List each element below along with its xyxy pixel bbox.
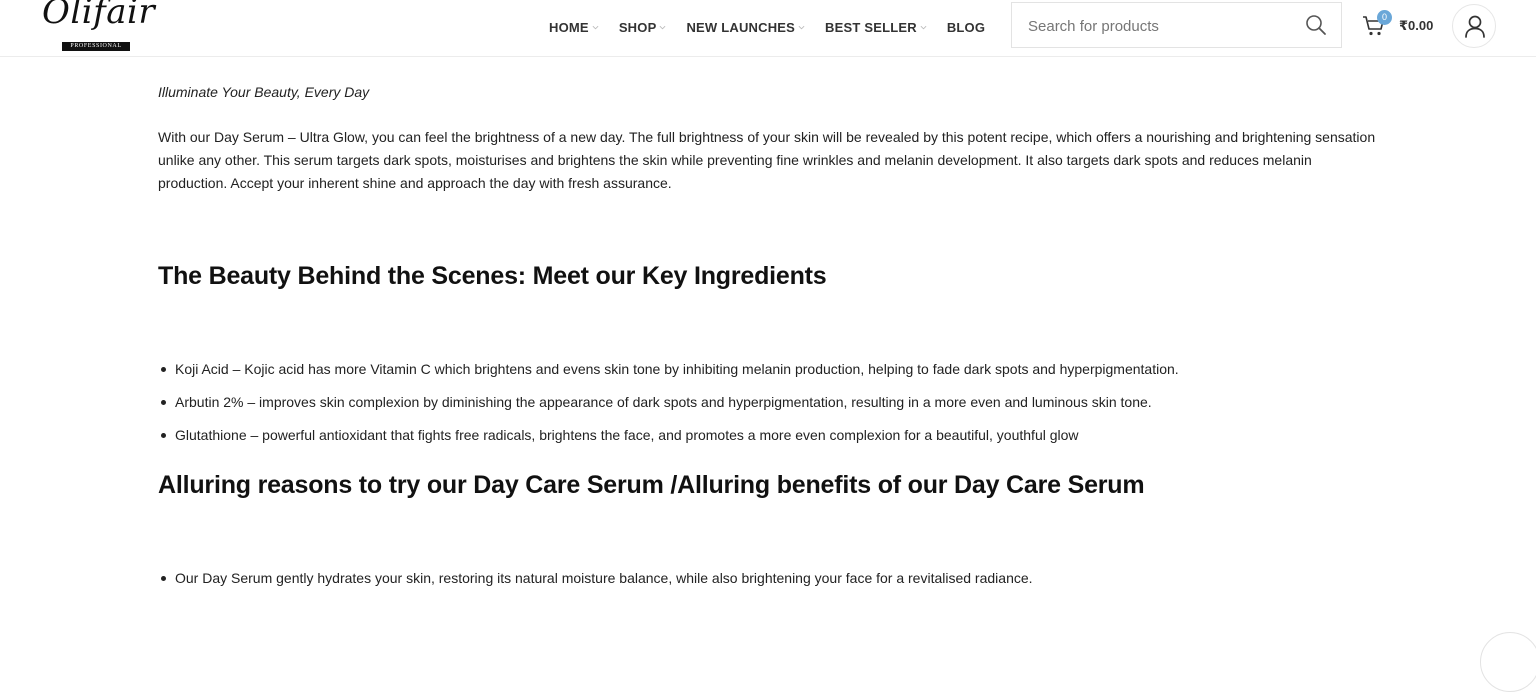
list-item: Koji Acid – Kojic acid has more Vitamin …: [158, 360, 1383, 378]
search-icon[interactable]: [1305, 14, 1327, 36]
tagline: Illuminate Your Beauty, Every Day: [158, 84, 370, 100]
chevron-down-icon: [592, 25, 599, 29]
site-logo[interactable]: Olifair PROFESSIONAL: [42, 0, 156, 54]
account-button[interactable]: [1452, 4, 1496, 48]
ingredients-list: Koji Acid – Kojic acid has more Vitamin …: [158, 360, 1383, 459]
main-nav: HOME SHOP NEW LAUNCHES BEST SELLER BLOG: [549, 18, 1005, 36]
chevron-down-icon: [920, 25, 927, 29]
list-item: Glutathione – powerful antioxidant that …: [158, 426, 1383, 444]
nav-label: BLOG: [946, 19, 986, 35]
cart-total: ₹0.00: [1399, 18, 1434, 33]
chevron-down-icon: [798, 25, 805, 29]
ingredients-heading: The Beauty Behind the Scenes: Meet our K…: [158, 262, 827, 290]
site-header: Olifair PROFESSIONAL HOME SHOP NEW LAUNC…: [0, 0, 1536, 57]
logo-wordmark: Olifair: [42, 0, 156, 32]
reasons-list: Our Day Serum gently hydrates your skin,…: [158, 569, 1383, 602]
intro-paragraph: With our Day Serum – Ultra Glow, you can…: [158, 129, 1376, 191]
list-item: Our Day Serum gently hydrates your skin,…: [158, 569, 1383, 587]
nav-label: HOME: [549, 19, 589, 35]
nav-label: NEW LAUNCHES: [686, 19, 796, 35]
reasons-heading: Alluring reasons to try our Day Care Ser…: [158, 471, 1145, 499]
nav-label: BEST SELLER: [825, 19, 917, 35]
user-icon: [1465, 15, 1485, 38]
list-item: Arbutin 2% – improves skin complexion by…: [158, 393, 1383, 411]
chevron-down-icon: [660, 25, 666, 29]
cart-count-badge: 0: [1377, 10, 1392, 25]
nav-item-home[interactable]: HOME: [549, 20, 599, 35]
scroll-to-top-button[interactable]: [1480, 632, 1536, 692]
nav-item-blog[interactable]: BLOG: [947, 20, 985, 35]
nav-item-best-seller[interactable]: BEST SELLER: [825, 20, 927, 35]
cart-button[interactable]: 0 ₹0.00: [1362, 10, 1442, 42]
nav-label: SHOP: [618, 19, 657, 35]
search-input[interactable]: [1026, 13, 1290, 39]
logo-badge: PROFESSIONAL: [62, 42, 130, 51]
search-box: [1011, 2, 1342, 48]
nav-item-new-launches[interactable]: NEW LAUNCHES: [686, 20, 805, 35]
nav-item-shop[interactable]: SHOP: [619, 20, 667, 35]
